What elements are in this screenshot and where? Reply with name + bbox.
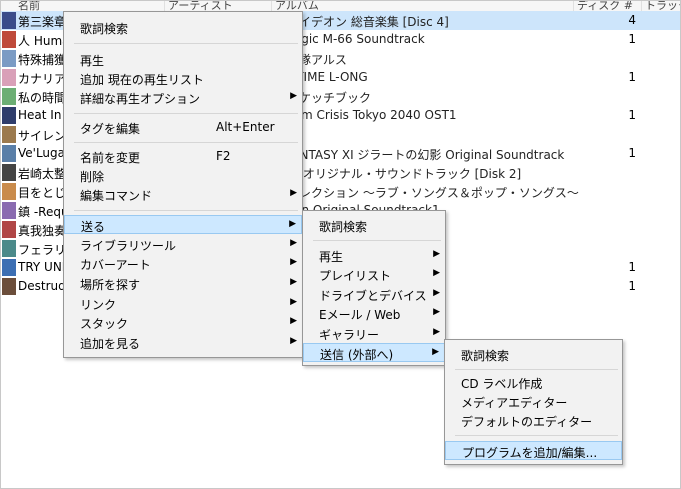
album-art-thumbnail	[2, 69, 16, 86]
menu-item-email-web[interactable]: Eメール / Web ▶	[303, 304, 445, 323]
track-title: 岩崎太整	[18, 167, 67, 181]
track-title: 特殊捕獲	[18, 53, 67, 67]
track-disc-number: 1	[628, 32, 636, 46]
album-art-thumbnail	[2, 50, 16, 67]
submenu-arrow-icon: ▶	[433, 288, 440, 298]
submenu-arrow-icon: ▶	[290, 277, 297, 287]
menu-item-rename[interactable]: 名前を変更 F2	[64, 147, 302, 166]
menu-item-show-more[interactable]: 追加を見る ▶	[64, 333, 302, 352]
track-disc-number: 4	[628, 13, 636, 27]
menu-item-delete[interactable]: 削除	[64, 166, 302, 185]
album-art-thumbnail	[2, 31, 16, 48]
submenu-arrow-icon: ▶	[290, 316, 297, 326]
album-art-thumbnail	[2, 12, 16, 29]
album-art-thumbnail	[2, 126, 16, 143]
menu-separator	[455, 369, 618, 370]
submenu-arrow-icon: ▶	[433, 249, 440, 259]
submenu-arrow-icon: ▶	[290, 188, 297, 198]
send-to-submenu: 歌詞検索 再生 ▶ プレイリスト ▶ ドライブとデバイス ▶ Eメール / Web ▶ …	[302, 210, 446, 366]
menu-item-edit-tags[interactable]: タグを編集 Alt+Enter	[64, 118, 302, 137]
menu-item-gallery[interactable]: ギャラリー ▶	[303, 324, 445, 343]
submenu-arrow-icon: ▶	[433, 307, 440, 317]
menu-item-drives-devices[interactable]: ドライブとデバイス ▶	[303, 285, 445, 304]
menu-item-lyrics-search[interactable]: 歌詞検索	[445, 345, 622, 364]
track-title: 私の時間	[18, 91, 67, 105]
album-art-thumbnail	[2, 107, 16, 124]
album-art-thumbnail	[2, 221, 16, 238]
menu-item-playlist[interactable]: プレイリスト ▶	[303, 265, 445, 284]
album-art-thumbnail	[2, 183, 16, 200]
submenu-arrow-icon: ▶	[289, 219, 296, 229]
menu-item-lyrics-search[interactable]: 歌詞検索	[303, 216, 445, 235]
menu-item-cd-label[interactable]: CD ラベル作成	[445, 373, 622, 392]
menu-item-send-to[interactable]: 送る ▶	[64, 215, 302, 234]
track-album: 戦線 オリジナル・サウンドトラック [Disk 2]	[275, 167, 522, 181]
album-art-thumbnail	[2, 278, 16, 295]
menu-item-lyrics-search[interactable]: 歌詞検索	[64, 18, 302, 37]
album-art-thumbnail	[2, 88, 16, 105]
track-disc-number: 1	[628, 146, 636, 160]
track-disc-number: 1	[628, 260, 636, 274]
track-title: 第三楽章	[18, 15, 67, 29]
submenu-arrow-icon: ▶	[433, 327, 440, 337]
track-title: 鎮 -Requ	[18, 205, 69, 219]
track-disc-number: 1	[628, 108, 636, 122]
submenu-arrow-icon: ▶	[290, 297, 297, 307]
menu-separator	[313, 240, 441, 241]
track-title: Heat In I	[18, 108, 69, 122]
album-art-thumbnail	[2, 240, 16, 257]
menu-separator	[74, 142, 298, 143]
track-disc-number: 1	[628, 70, 636, 84]
track-title: 人 Huma	[18, 34, 70, 48]
submenu-arrow-icon: ▶	[432, 347, 439, 357]
menu-separator	[74, 43, 298, 44]
menu-separator	[74, 210, 298, 211]
menu-item-cover-art[interactable]: カバーアート ▶	[64, 254, 302, 273]
send-external-submenu: 歌詞検索 CD ラベル作成 メディアエディター デフォルトのエディター プログラ…	[444, 339, 623, 465]
menu-separator	[455, 435, 618, 436]
album-art-thumbnail	[2, 202, 16, 219]
menu-item-media-editor[interactable]: メディアエディター	[445, 392, 622, 411]
track-album: ・コレクション ～ラブ・ソングス＆ポップ・ソングス～	[275, 186, 579, 200]
track-title: 真我独奏	[18, 224, 67, 238]
menu-item-default-editor[interactable]: デフォルトのエディター	[445, 411, 622, 430]
track-album: L FANTASY XI ジラートの幻影 Original Soundtrack	[275, 148, 565, 162]
submenu-arrow-icon: ▶	[433, 268, 440, 278]
submenu-arrow-icon: ▶	[290, 257, 297, 267]
album-art-thumbnail	[2, 259, 16, 276]
album-art-thumbnail	[2, 145, 16, 162]
menu-item-link[interactable]: リンク ▶	[64, 294, 302, 313]
menu-item-play[interactable]: 再生 ▶	[303, 246, 445, 265]
menu-item-add-edit-programs[interactable]: プログラムを追加/編集...	[445, 441, 622, 460]
menu-separator	[74, 113, 298, 114]
shortcut-label: F2	[216, 149, 231, 163]
menu-item-play[interactable]: 再生	[64, 50, 302, 69]
menu-item-add-now-playing[interactable]: 追加 現在の再生リスト	[64, 69, 302, 88]
track-disc-number: 1	[628, 279, 636, 293]
track-title: サイレン	[18, 129, 67, 143]
menu-item-advanced-play-options[interactable]: 詳細な再生オプション ▶	[64, 88, 302, 107]
shortcut-label: Alt+Enter	[216, 120, 275, 134]
submenu-arrow-icon: ▶	[290, 238, 297, 248]
menu-item-send-external[interactable]: 送信 (外部へ) ▶	[303, 343, 445, 362]
menu-item-stack[interactable]: スタック ▶	[64, 313, 302, 332]
album-art-thumbnail	[2, 164, 16, 181]
app-window: 名前 アーティスト アルバム ディスク # トラック 第三楽章巨神イデオン 総音…	[0, 0, 681, 489]
menu-item-edit-commands[interactable]: 編集コマンド ▶	[64, 185, 302, 204]
menu-item-find-location[interactable]: 場所を探す ▶	[64, 274, 302, 293]
submenu-arrow-icon: ▶	[290, 336, 297, 346]
menu-item-library-tools[interactable]: ライブラリツール ▶	[64, 235, 302, 254]
submenu-arrow-icon: ▶	[290, 91, 297, 101]
context-menu: 歌詞検索 再生 追加 現在の再生リスト 詳細な再生オプション ▶ タグを編集 Alt…	[63, 11, 303, 358]
